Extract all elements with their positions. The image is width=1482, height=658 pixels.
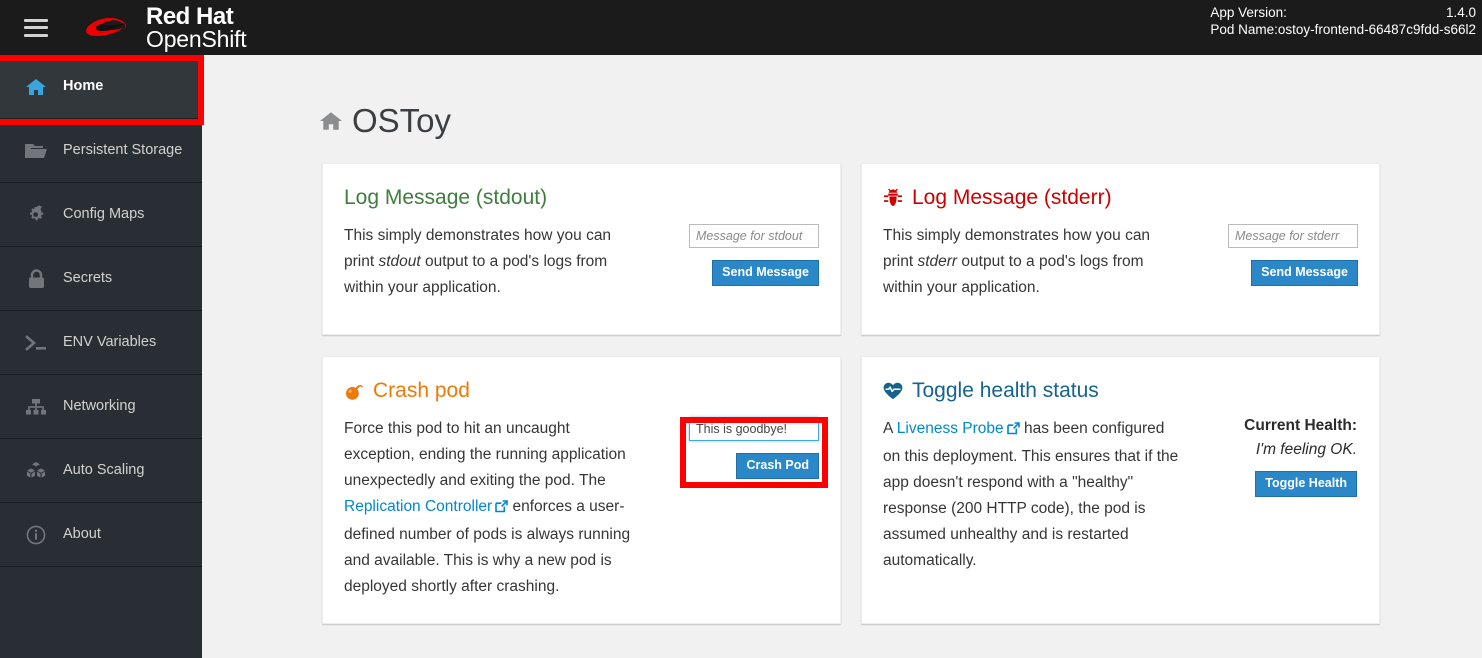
sitemap-icon <box>23 396 49 418</box>
desc-part1: Force this pod to hit an uncaught except… <box>344 420 626 489</box>
card-description: This simply demonstrates how you can pri… <box>883 223 1183 301</box>
send-message-stdout-button[interactable]: Send Message <box>712 260 819 286</box>
desc-emphasis: stderr <box>917 253 957 270</box>
home-icon <box>320 111 342 131</box>
page-title: OSToy <box>320 102 1482 140</box>
info-circle-icon <box>23 524 49 546</box>
stdout-message-input[interactable] <box>689 224 819 248</box>
card-controls: Send Message <box>1183 223 1358 301</box>
card-title-text: Log Message (stdout) <box>344 186 547 210</box>
sidebar-item-label: Home <box>63 79 103 94</box>
card-title: Log Message (stderr) <box>883 186 1358 210</box>
card-title: Crash pod <box>344 379 819 403</box>
terminal-icon <box>23 332 49 354</box>
card-description: This simply demonstrates how you can pri… <box>344 223 644 301</box>
external-link-icon[interactable] <box>1007 418 1020 444</box>
sidebar-item-label: ENV Variables <box>63 335 156 350</box>
page-title-text: OSToy <box>352 102 451 140</box>
ostoy-app-window: Red Hat OpenShift App Version: 1.4.0 Pod… <box>0 0 1482 658</box>
sidebar-item-label: Auto Scaling <box>63 463 144 478</box>
brand-line1: Red Hat <box>146 5 247 29</box>
app-version-row: App Version: 1.4.0 <box>1210 4 1476 21</box>
app-version-label: App Version: <box>1210 4 1287 21</box>
bomb-icon <box>344 381 364 401</box>
cards-grid: Log Message (stdout) This simply demonst… <box>322 163 1482 624</box>
red-hat-logo-icon <box>78 8 138 48</box>
sidebar-item-auto-scaling[interactable]: Auto Scaling <box>0 439 202 503</box>
main-content: OSToy Log Message (stdout) This simply d… <box>202 55 1482 658</box>
sidebar-item-about[interactable]: About <box>0 503 202 567</box>
external-link-icon[interactable] <box>495 496 508 522</box>
sidebar-item-label: Networking <box>63 399 136 414</box>
card-log-stdout: Log Message (stdout) This simply demonst… <box>322 163 841 335</box>
toggle-health-button[interactable]: Toggle Health <box>1255 471 1357 497</box>
sidebar-item-secrets[interactable]: Secrets <box>0 247 202 311</box>
desc-emphasis: stdout <box>378 253 420 270</box>
card-body: This simply demonstrates how you can pri… <box>883 223 1358 301</box>
sidebar-item-persistent-storage[interactable]: Persistent Storage <box>0 119 202 183</box>
gears-icon <box>23 204 49 226</box>
card-crash-pod: Crash pod Force this pod to hit an uncau… <box>322 356 841 624</box>
desc-part0: A <box>883 420 897 437</box>
card-title-text: Crash pod <box>373 379 470 403</box>
card-body: A Liveness Probe has been configured on … <box>883 416 1358 574</box>
card-toggle-health: Toggle health status A Liveness Probe ha… <box>861 356 1380 624</box>
cubes-icon <box>23 460 49 482</box>
card-description: Force this pod to hit an uncaught except… <box>344 416 644 600</box>
card-body: Force this pod to hit an uncaught except… <box>344 416 819 600</box>
sidebar-filler <box>0 567 202 657</box>
card-title: Log Message (stdout) <box>344 186 819 210</box>
replication-controller-link[interactable]: Replication Controller <box>344 498 492 515</box>
card-title: Toggle health status <box>883 379 1358 403</box>
health-status-panel: Current Health: I'm feeling OK. Toggle H… <box>1183 416 1358 574</box>
card-log-stderr: Log Message (stderr) This simply demonst… <box>861 163 1380 335</box>
pod-name-row: Pod Name:ostoy-frontend-66487c9fdd-s66l2 <box>1210 21 1476 38</box>
brand-line2: OpenShift <box>146 28 247 51</box>
sidebar-item-label: Config Maps <box>63 207 144 222</box>
current-health-label: Current Health: <box>1244 417 1357 435</box>
bug-icon <box>883 188 903 208</box>
pod-name-label: Pod Name: <box>1210 21 1278 38</box>
folder-icon <box>23 140 49 162</box>
card-title-text: Toggle health status <box>912 379 1099 403</box>
lock-icon <box>23 268 49 290</box>
card-description: A Liveness Probe has been configured on … <box>883 416 1183 574</box>
sidebar-nav: Home Persistent Storage Config Maps <box>0 55 202 658</box>
pod-name-value: ostoy-frontend-66487c9fdd-s66l2 <box>1278 21 1476 38</box>
crash-pod-button[interactable]: Crash Pod <box>736 453 819 479</box>
send-message-stderr-button[interactable]: Send Message <box>1251 260 1358 286</box>
sidebar-item-config-maps[interactable]: Config Maps <box>0 183 202 247</box>
sidebar-item-networking[interactable]: Networking <box>0 375 202 439</box>
sidebar-item-label: Persistent Storage <box>63 143 182 158</box>
sidebar-item-home[interactable]: Home <box>0 55 202 119</box>
card-controls: Crash Pod <box>644 416 819 600</box>
home-icon <box>23 76 49 98</box>
sidebar-item-label: Secrets <box>63 271 112 286</box>
card-title-text: Log Message (stderr) <box>912 186 1112 210</box>
masthead-info: App Version: 1.4.0 Pod Name:ostoy-fronte… <box>1210 4 1476 38</box>
masthead: Red Hat OpenShift App Version: 1.4.0 Pod… <box>0 0 1482 55</box>
card-body: This simply demonstrates how you can pri… <box>344 223 819 301</box>
stderr-message-input[interactable] <box>1228 224 1358 248</box>
sidebar-item-label: About <box>63 527 101 542</box>
card-controls: Send Message <box>644 223 819 301</box>
app-version-value: 1.4.0 <box>1446 4 1476 21</box>
crash-pod-message-input[interactable] <box>689 417 819 441</box>
brand-logo[interactable]: Red Hat OpenShift <box>78 5 247 51</box>
desc-part1: has been configured on this deployment. … <box>883 420 1178 569</box>
nav-toggle-icon[interactable] <box>24 19 48 37</box>
heartbeat-icon <box>883 382 903 400</box>
current-health-value: I'm feeling OK. <box>1256 441 1357 459</box>
liveness-probe-link[interactable]: Liveness Probe <box>897 420 1004 437</box>
sidebar-item-env-variables[interactable]: ENV Variables <box>0 311 202 375</box>
